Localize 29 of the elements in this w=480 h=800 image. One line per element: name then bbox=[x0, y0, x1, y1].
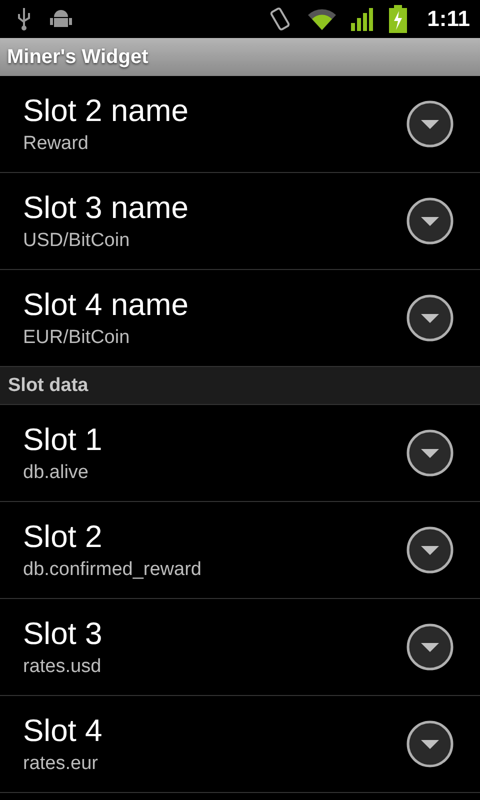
preference-summary: db.confirmed_reward bbox=[23, 559, 202, 581]
dropdown-icon[interactable] bbox=[406, 720, 454, 768]
dropdown-icon[interactable] bbox=[406, 623, 454, 671]
preference-summary: USD/BitCoin bbox=[23, 230, 131, 252]
dropdown-icon[interactable] bbox=[406, 294, 454, 342]
preference-summary: rates.usd bbox=[23, 656, 102, 678]
android-icon bbox=[50, 8, 72, 30]
signal-icon bbox=[351, 7, 376, 31]
clock-time: 1:11 bbox=[427, 6, 470, 32]
preference-summary: Reward bbox=[23, 133, 90, 155]
dropdown-icon[interactable] bbox=[406, 429, 454, 477]
app-title: Miner's Widget bbox=[7, 46, 148, 68]
preference-title[interactable]: Slot 4 name bbox=[23, 287, 406, 323]
dropdown-icon[interactable] bbox=[406, 197, 454, 245]
wifi-icon bbox=[307, 7, 338, 31]
usb-icon bbox=[16, 7, 32, 31]
preference-title[interactable]: Slot 3 bbox=[23, 616, 406, 652]
preference-summary: EUR/BitCoin bbox=[23, 327, 131, 349]
battery-charging-icon bbox=[389, 5, 408, 33]
dropdown-icon[interactable] bbox=[406, 100, 454, 148]
preference-summary: db.alive bbox=[23, 462, 90, 484]
preference-title[interactable]: Slot 2 name bbox=[23, 93, 406, 129]
preference-summary: rates.eur bbox=[23, 753, 99, 775]
preference-title[interactable]: Slot 2 bbox=[23, 519, 406, 555]
preference-title[interactable]: Slot 4 bbox=[23, 713, 406, 749]
section-title: Slot data bbox=[8, 374, 88, 396]
dropdown-icon[interactable] bbox=[406, 526, 454, 574]
preference-title[interactable]: Slot 1 bbox=[23, 422, 406, 458]
preference-title[interactable]: Slot 3 name bbox=[23, 190, 406, 226]
